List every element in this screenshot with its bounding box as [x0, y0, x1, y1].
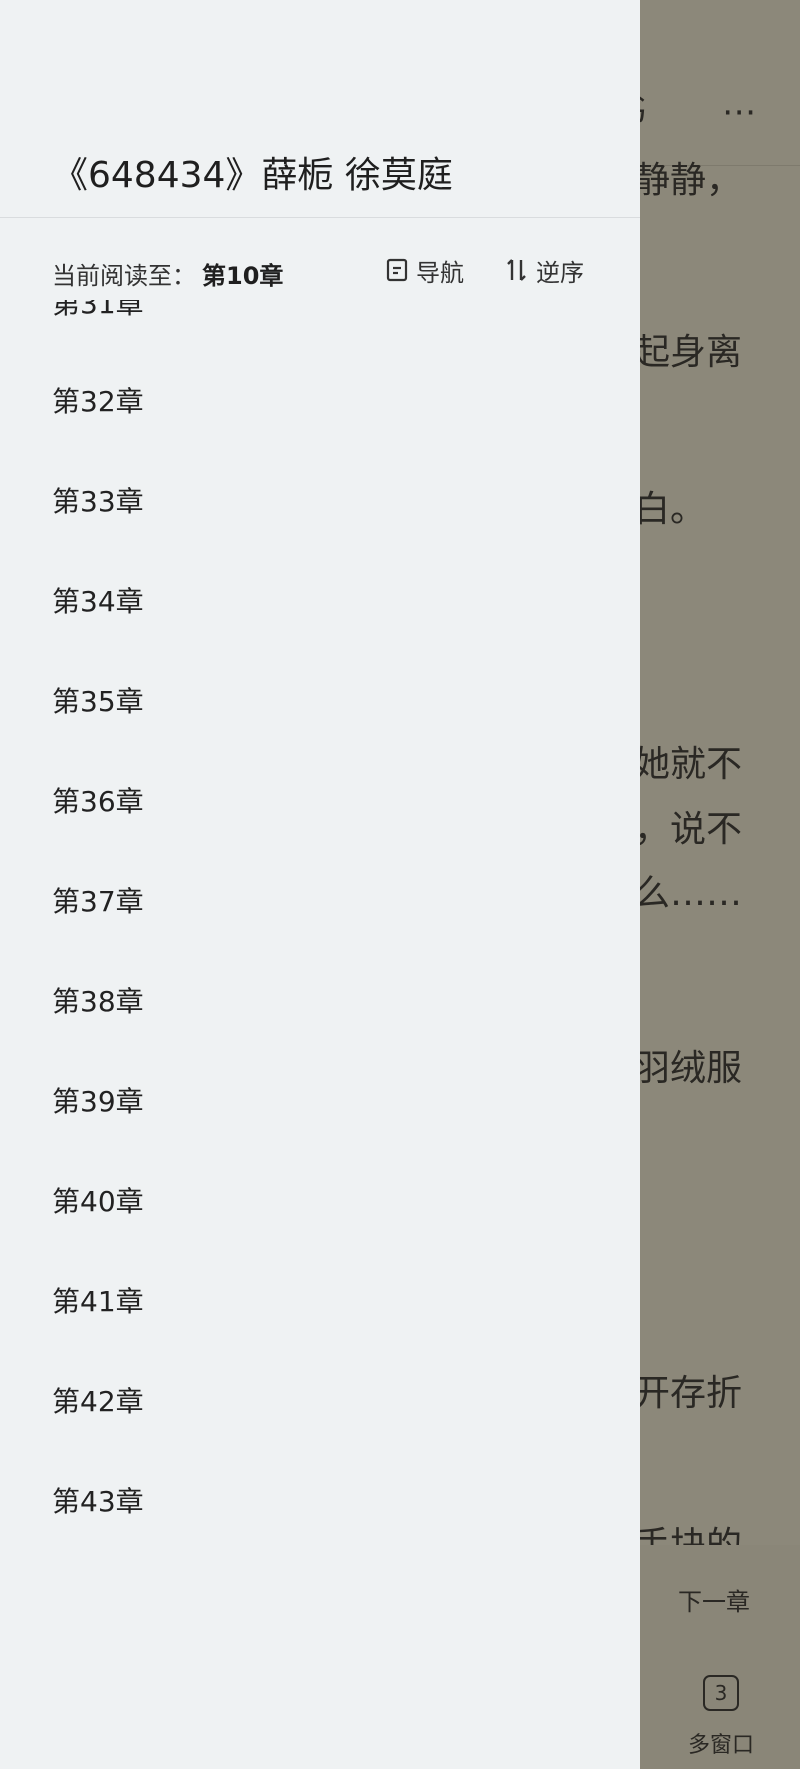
chapter-label: 第37章 — [52, 885, 144, 918]
multi-window-label[interactable]: 多窗口 — [688, 1727, 754, 1759]
chapter-item[interactable]: 第41章 — [0, 1252, 640, 1352]
chapter-label: 第35章 — [52, 685, 144, 718]
chapter-label: 第34章 — [52, 585, 144, 618]
navigation-label: 导航 — [416, 258, 464, 287]
drawer-header: 《648434》薛栀 徐莫庭 — [0, 0, 640, 218]
chapter-label: 第36章 — [52, 785, 144, 818]
chapter-item[interactable]: 第32章 — [0, 352, 640, 452]
chapter-label: 第38章 — [52, 985, 144, 1018]
progress-chapter[interactable]: 第10章 — [202, 256, 283, 291]
reader-text-line: 么…… — [634, 873, 743, 914]
reader-text-line: 羽绒服 — [634, 1048, 743, 1089]
chapter-item[interactable]: 第43章 — [0, 1452, 640, 1552]
chapter-item[interactable]: 第40章 — [0, 1152, 640, 1252]
chapter-label: 第43章 — [52, 1485, 144, 1518]
chapter-item[interactable]: 第39章 — [0, 1052, 640, 1152]
chapter-label: 第33章 — [52, 485, 144, 518]
chapter-item[interactable]: 第42章 — [0, 1352, 640, 1452]
reverse-order-label: 逆序 — [536, 258, 584, 287]
chapter-item[interactable]: 第36章 — [0, 752, 640, 852]
chapter-item[interactable]: 第34章 — [0, 552, 640, 652]
chapter-item[interactable]: 第35章 — [0, 652, 640, 752]
reader-text-line: 静静， — [634, 160, 743, 201]
book-title: 《648434》薛栀 徐莫庭 — [52, 155, 453, 196]
reader-text-line: 开存折 — [634, 1373, 743, 1414]
reader-text-line: 白。 — [634, 489, 707, 530]
chapter-item[interactable]: 第31章 — [0, 300, 640, 354]
chapter-label: 第39章 — [52, 1085, 144, 1118]
chapter-label: 第32章 — [52, 385, 144, 418]
multi-window-icon[interactable]: 3 — [703, 1675, 739, 1711]
reverse-order-button[interactable]: 逆序 — [506, 250, 584, 290]
chapter-item[interactable]: 第38章 — [0, 952, 640, 1052]
reader-text-line: ，说不 — [634, 809, 743, 850]
toc-drawer: 《648434》薛栀 徐莫庭 当前阅读至： 第10章 导航 逆序 第31章 第3… — [0, 0, 640, 1769]
progress-label: 当前阅读至： — [52, 262, 196, 290]
chapter-label: 第41章 — [52, 1285, 144, 1318]
screen: 书 ⋯ 静静， 起身离 白。 她就不 ，说不 么…… 羽绒服 开存折 手块的 下… — [0, 0, 800, 1769]
chapter-item[interactable]: 第37章 — [0, 852, 640, 952]
reading-progress-row: 当前阅读至： 第10章 导航 逆序 — [0, 248, 640, 294]
sort-arrows-icon — [507, 259, 526, 281]
chapter-item[interactable]: 第33章 — [0, 452, 640, 552]
reader-text-line: 起身离 — [634, 332, 743, 373]
chapter-label: 第40章 — [52, 1185, 144, 1218]
reader-text-line: 她就不 — [634, 744, 743, 785]
more-horizontal-icon[interactable]: ⋯ — [722, 90, 758, 134]
chapter-list[interactable]: 第31章 第32章 第33章 第34章 第35章 第36章 第37章 第38章 … — [0, 300, 640, 1769]
chapter-label: 第42章 — [52, 1385, 144, 1418]
navigation-button[interactable]: 导航 — [386, 250, 464, 290]
next-chapter-button[interactable]: 下一章 — [678, 1582, 750, 1617]
document-icon — [386, 258, 408, 282]
chapter-label: 第31章 — [52, 300, 144, 320]
